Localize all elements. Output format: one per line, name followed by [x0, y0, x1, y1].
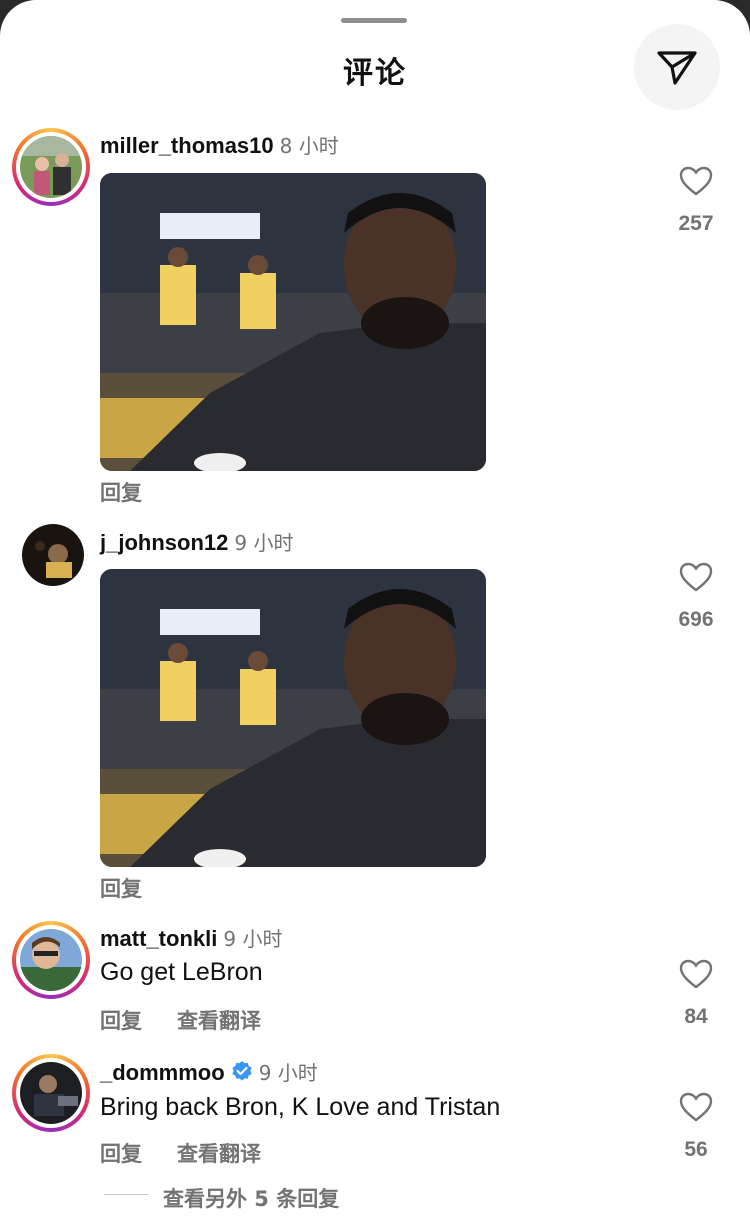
comment-username[interactable]: miller_thomas10 8 小时	[100, 130, 339, 159]
like-count: 696	[678, 608, 714, 631]
translate-button[interactable]: 查看翻译	[177, 1138, 261, 1168]
heart-icon[interactable]	[679, 959, 713, 989]
view-more-replies-button[interactable]: 查看另外 5 条回复	[163, 1183, 339, 1213]
heart-icon[interactable]	[679, 562, 713, 592]
heart-icon[interactable]	[679, 166, 713, 196]
avatar[interactable]	[20, 929, 82, 991]
comment-time: 8 小时	[279, 134, 339, 158]
story-ring[interactable]	[12, 921, 90, 999]
comment-username[interactable]: _dommmoo 9 小时	[100, 1057, 318, 1086]
like-count: 84	[684, 1005, 708, 1028]
avatar[interactable]	[20, 1062, 82, 1124]
reply-button[interactable]: 回复	[100, 1005, 142, 1035]
avatar[interactable]	[20, 136, 82, 198]
comment-text: Go get LeBron	[100, 958, 263, 986]
reply-button[interactable]: 回复	[100, 1138, 142, 1168]
translate-button[interactable]: 查看翻译	[177, 1005, 261, 1035]
send-icon	[657, 51, 697, 85]
comment-username[interactable]: j_johnson12 9 小时	[100, 527, 293, 556]
comment-username[interactable]: matt_tonkli 9 小时	[100, 923, 282, 952]
comments-sheet: 评论 miller_thomas10 8 小时 回复 257 j_johnson…	[0, 0, 750, 1220]
like-count: 56	[684, 1138, 708, 1161]
like-count: 257	[678, 212, 714, 235]
reply-button[interactable]: 回复	[100, 873, 142, 903]
share-button[interactable]	[634, 24, 720, 110]
story-ring[interactable]	[12, 128, 90, 206]
comment-time: 9 小时	[258, 1061, 318, 1085]
comment-text: Bring back Bron, K Love and Tristan	[100, 1093, 501, 1121]
story-ring[interactable]	[12, 1054, 90, 1132]
sheet-grabber[interactable]	[341, 18, 407, 23]
avatar[interactable]	[22, 524, 84, 586]
comment-gif[interactable]	[100, 173, 486, 471]
comment-time: 9 小时	[223, 927, 283, 951]
divider-line	[104, 1194, 148, 1195]
reply-button[interactable]: 回复	[100, 477, 142, 507]
comment-time: 9 小时	[234, 531, 294, 555]
verified-icon	[232, 1061, 252, 1081]
comment-gif[interactable]	[100, 569, 486, 867]
heart-icon[interactable]	[679, 1092, 713, 1122]
